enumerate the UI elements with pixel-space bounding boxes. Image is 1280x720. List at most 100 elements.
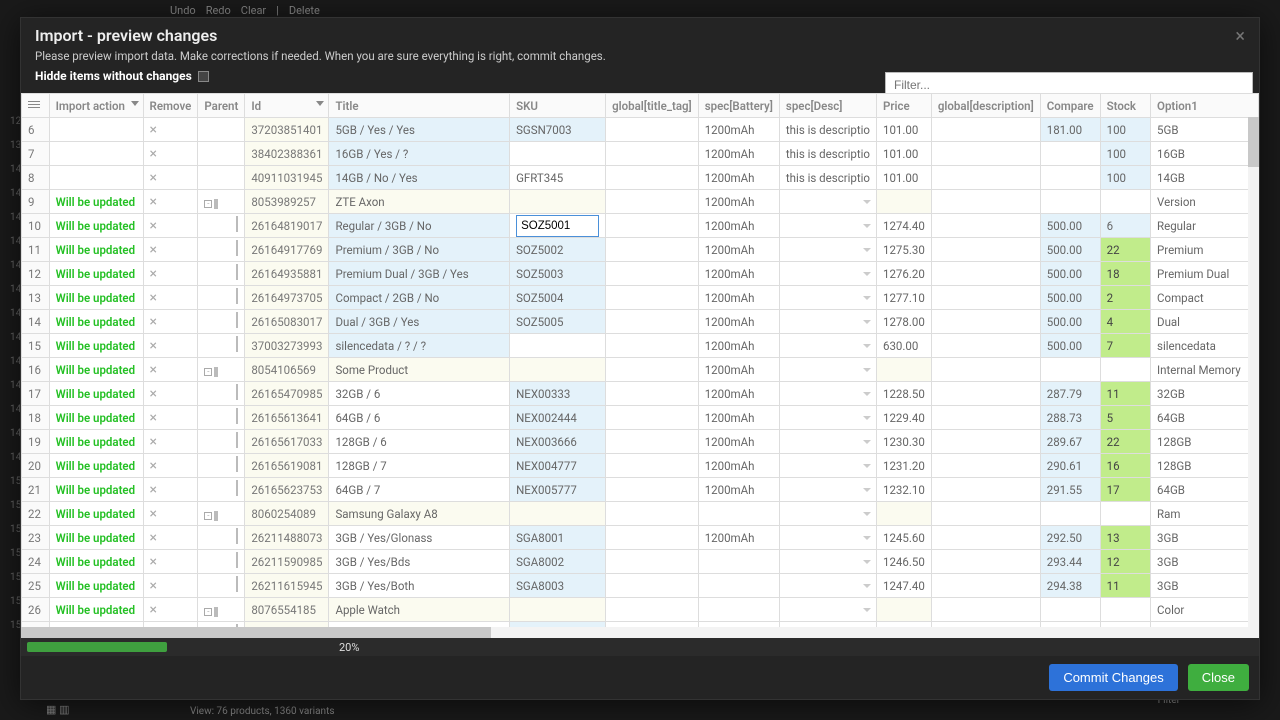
table-row[interactable]: 18Will be updated×2616561364164GB / 6NEX… <box>22 406 1259 430</box>
parent-cell[interactable] <box>198 118 245 142</box>
table-row[interactable]: 15Will be updated×37003273993silencedata… <box>22 334 1259 358</box>
sku-cell[interactable] <box>510 142 606 166</box>
global-desc-cell[interactable] <box>931 478 1040 502</box>
column-header[interactable] <box>22 94 50 118</box>
global-desc-cell[interactable] <box>931 262 1040 286</box>
option1-cell[interactable]: 128GB <box>1151 430 1259 454</box>
sku-cell[interactable]: SOZ5005 <box>510 310 606 334</box>
title-tag-cell[interactable] <box>606 190 699 214</box>
price-cell[interactable] <box>877 190 932 214</box>
parent-cell[interactable] <box>198 142 245 166</box>
remove-row-button[interactable]: × <box>143 310 198 334</box>
stock-cell[interactable]: 4 <box>1100 310 1150 334</box>
battery-cell[interactable]: 1200mAh <box>698 454 779 478</box>
sku-cell[interactable]: SOZ5003 <box>510 262 606 286</box>
price-cell[interactable]: 1232.10 <box>877 478 932 502</box>
compare-cell[interactable]: 289.67 <box>1040 430 1100 454</box>
option1-cell[interactable]: Ram <box>1151 502 1259 526</box>
sku-cell[interactable] <box>510 190 606 214</box>
sku-cell[interactable] <box>510 358 606 382</box>
price-cell[interactable]: 101.00 <box>877 118 932 142</box>
desc-cell[interactable] <box>779 574 876 598</box>
title-cell[interactable]: Dual / 3GB / Yes <box>329 310 510 334</box>
remove-row-button[interactable]: × <box>143 334 198 358</box>
stock-cell[interactable]: 5 <box>1100 406 1150 430</box>
compare-cell[interactable] <box>1040 598 1100 622</box>
compare-cell[interactable]: 292.50 <box>1040 526 1100 550</box>
desc-cell[interactable]: this is descriptio <box>779 166 876 190</box>
title-cell[interactable]: Compact / 2GB / No <box>329 286 510 310</box>
sku-cell[interactable] <box>510 502 606 526</box>
title-tag-cell[interactable] <box>606 454 699 478</box>
title-tag-cell[interactable] <box>606 382 699 406</box>
option1-cell[interactable]: 3GB <box>1151 550 1259 574</box>
title-cell[interactable]: 32GB / 6 <box>329 382 510 406</box>
desc-cell[interactable] <box>779 478 876 502</box>
option1-cell[interactable]: 64GB <box>1151 478 1259 502</box>
stock-cell[interactable]: 22 <box>1100 238 1150 262</box>
title-cell[interactable]: Premium / 3GB / No <box>329 238 510 262</box>
title-cell[interactable]: Apple Watch <box>329 598 510 622</box>
price-cell[interactable]: 1278.00 <box>877 310 932 334</box>
global-desc-cell[interactable] <box>931 430 1040 454</box>
desc-cell[interactable] <box>779 550 876 574</box>
title-tag-cell[interactable] <box>606 118 699 142</box>
remove-row-button[interactable]: × <box>143 358 198 382</box>
compare-cell[interactable]: 291.55 <box>1040 478 1100 502</box>
price-cell[interactable]: 1245.60 <box>877 526 932 550</box>
title-tag-cell[interactable] <box>606 502 699 526</box>
remove-row-button[interactable]: × <box>143 238 198 262</box>
sku-cell-editing[interactable] <box>510 214 606 238</box>
battery-cell[interactable]: 1200mAh <box>698 430 779 454</box>
battery-cell[interactable]: 1200mAh <box>698 238 779 262</box>
stock-cell[interactable]: 18 <box>1100 262 1150 286</box>
table-row[interactable]: 8×4091103194514GB / No / YesGFRT3451200m… <box>22 166 1259 190</box>
stock-cell[interactable]: 7 <box>1100 334 1150 358</box>
title-cell[interactable]: 128GB / 7 <box>329 454 510 478</box>
table-row[interactable]: 11Will be updated×26164917769Premium / 3… <box>22 238 1259 262</box>
title-cell[interactable]: ZTE Axon <box>329 190 510 214</box>
price-cell[interactable]: 1230.30 <box>877 430 932 454</box>
battery-cell[interactable]: 1200mAh <box>698 310 779 334</box>
global-desc-cell[interactable] <box>931 286 1040 310</box>
stock-cell[interactable]: 11 <box>1100 574 1150 598</box>
option1-cell[interactable]: 14GB <box>1151 166 1259 190</box>
price-cell[interactable]: 1277.10 <box>877 286 932 310</box>
sku-cell[interactable]: NEX00333 <box>510 382 606 406</box>
title-tag-cell[interactable] <box>606 214 699 238</box>
table-row[interactable]: 7×3840238836116GB / Yes / ?1200mAhthis i… <box>22 142 1259 166</box>
title-tag-cell[interactable] <box>606 334 699 358</box>
compare-cell[interactable]: 290.61 <box>1040 454 1100 478</box>
column-header[interactable]: Option1 <box>1151 94 1259 118</box>
column-header[interactable]: SKU <box>510 94 606 118</box>
sku-cell[interactable]: SGA8001 <box>510 526 606 550</box>
compare-cell[interactable]: 288.73 <box>1040 406 1100 430</box>
sku-cell[interactable] <box>510 598 606 622</box>
stock-cell[interactable]: 11 <box>1100 382 1150 406</box>
battery-cell[interactable]: 1200mAh <box>698 286 779 310</box>
column-header[interactable]: Parent <box>198 94 245 118</box>
menu-icon[interactable] <box>28 99 40 109</box>
global-desc-cell[interactable] <box>931 454 1040 478</box>
sku-cell[interactable] <box>510 334 606 358</box>
parent-cell[interactable] <box>198 430 245 454</box>
desc-cell[interactable]: this is descriptio <box>779 118 876 142</box>
price-cell[interactable]: 1276.20 <box>877 262 932 286</box>
desc-cell[interactable] <box>779 190 876 214</box>
option1-cell[interactable]: Compact <box>1151 286 1259 310</box>
compare-cell[interactable]: 500.00 <box>1040 238 1100 262</box>
battery-cell[interactable]: 1200mAh <box>698 334 779 358</box>
desc-cell[interactable] <box>779 334 876 358</box>
option1-cell[interactable]: 16GB <box>1151 142 1259 166</box>
option1-cell[interactable]: 128GB <box>1151 454 1259 478</box>
remove-row-button[interactable]: × <box>143 406 198 430</box>
global-desc-cell[interactable] <box>931 214 1040 238</box>
desc-cell[interactable] <box>779 262 876 286</box>
sku-cell[interactable]: SGA8003 <box>510 574 606 598</box>
parent-cell[interactable] <box>198 550 245 574</box>
parent-cell[interactable] <box>198 382 245 406</box>
parent-cell[interactable] <box>198 214 245 238</box>
stock-cell[interactable] <box>1100 358 1150 382</box>
price-cell[interactable]: 630.00 <box>877 334 932 358</box>
title-tag-cell[interactable] <box>606 430 699 454</box>
